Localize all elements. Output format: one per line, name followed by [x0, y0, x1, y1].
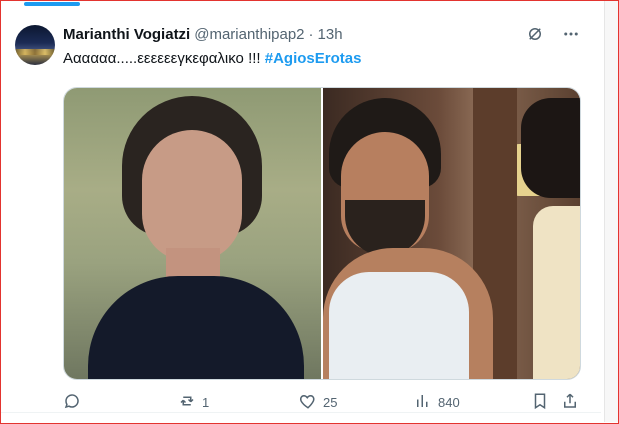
hashtag-link[interactable]: #AgiosErotas	[265, 50, 362, 67]
avatar[interactable]	[15, 25, 55, 65]
tweet-text: Αααααα.....εεεεεεγκεφαλικο !!! #AgiosEro…	[63, 50, 361, 67]
girl-dress-shape	[533, 206, 580, 379]
tweet-header: Marianthi Vogiatzi @marianthipap2 · 13h	[63, 26, 343, 43]
retweet-icon	[178, 392, 196, 413]
tweet-time[interactable]: 13h	[318, 26, 343, 43]
media-image-woman[interactable]	[64, 88, 321, 379]
reply-icon	[63, 392, 81, 413]
separator-dot: ·	[308, 26, 314, 43]
scrollbar[interactable]	[604, 1, 618, 422]
header-actions	[525, 24, 581, 44]
top-shape	[88, 276, 304, 379]
bookmark-icon	[531, 392, 549, 413]
face-shape	[142, 130, 242, 262]
reply-button[interactable]	[63, 392, 87, 413]
author-handle[interactable]: @marianthipap2	[194, 26, 304, 43]
author-name[interactable]: Marianthi Vogiatzi	[63, 26, 190, 43]
like-button[interactable]: 25	[299, 392, 337, 413]
bookmark-button[interactable]	[531, 392, 549, 413]
view-count: 840	[438, 395, 460, 410]
tweet-actions: 1 25 840	[63, 392, 583, 414]
tab-active-indicator	[24, 2, 80, 6]
like-count: 25	[323, 395, 338, 410]
tweet[interactable]: Marianthi Vogiatzi @marianthipap2 · 13h …	[1, 8, 601, 413]
like-icon	[299, 392, 317, 413]
avatar-image	[15, 49, 55, 55]
share-button[interactable]	[561, 392, 579, 413]
share-icon	[561, 392, 579, 413]
tanktop-shape	[329, 272, 469, 379]
retweet-count: 1	[202, 395, 210, 410]
views-icon	[414, 392, 432, 413]
more-icon[interactable]	[561, 24, 581, 44]
grok-icon[interactable]	[525, 24, 545, 44]
retweet-button[interactable]: 1	[178, 392, 209, 413]
tweet-body: Αααααα.....εεεεεεγκεφαλικο !!!	[63, 50, 261, 67]
views-button[interactable]: 840	[414, 392, 460, 413]
tweet-media[interactable]	[63, 87, 581, 380]
media-image-man[interactable]	[323, 88, 580, 379]
girl-hair-shape	[521, 98, 580, 198]
